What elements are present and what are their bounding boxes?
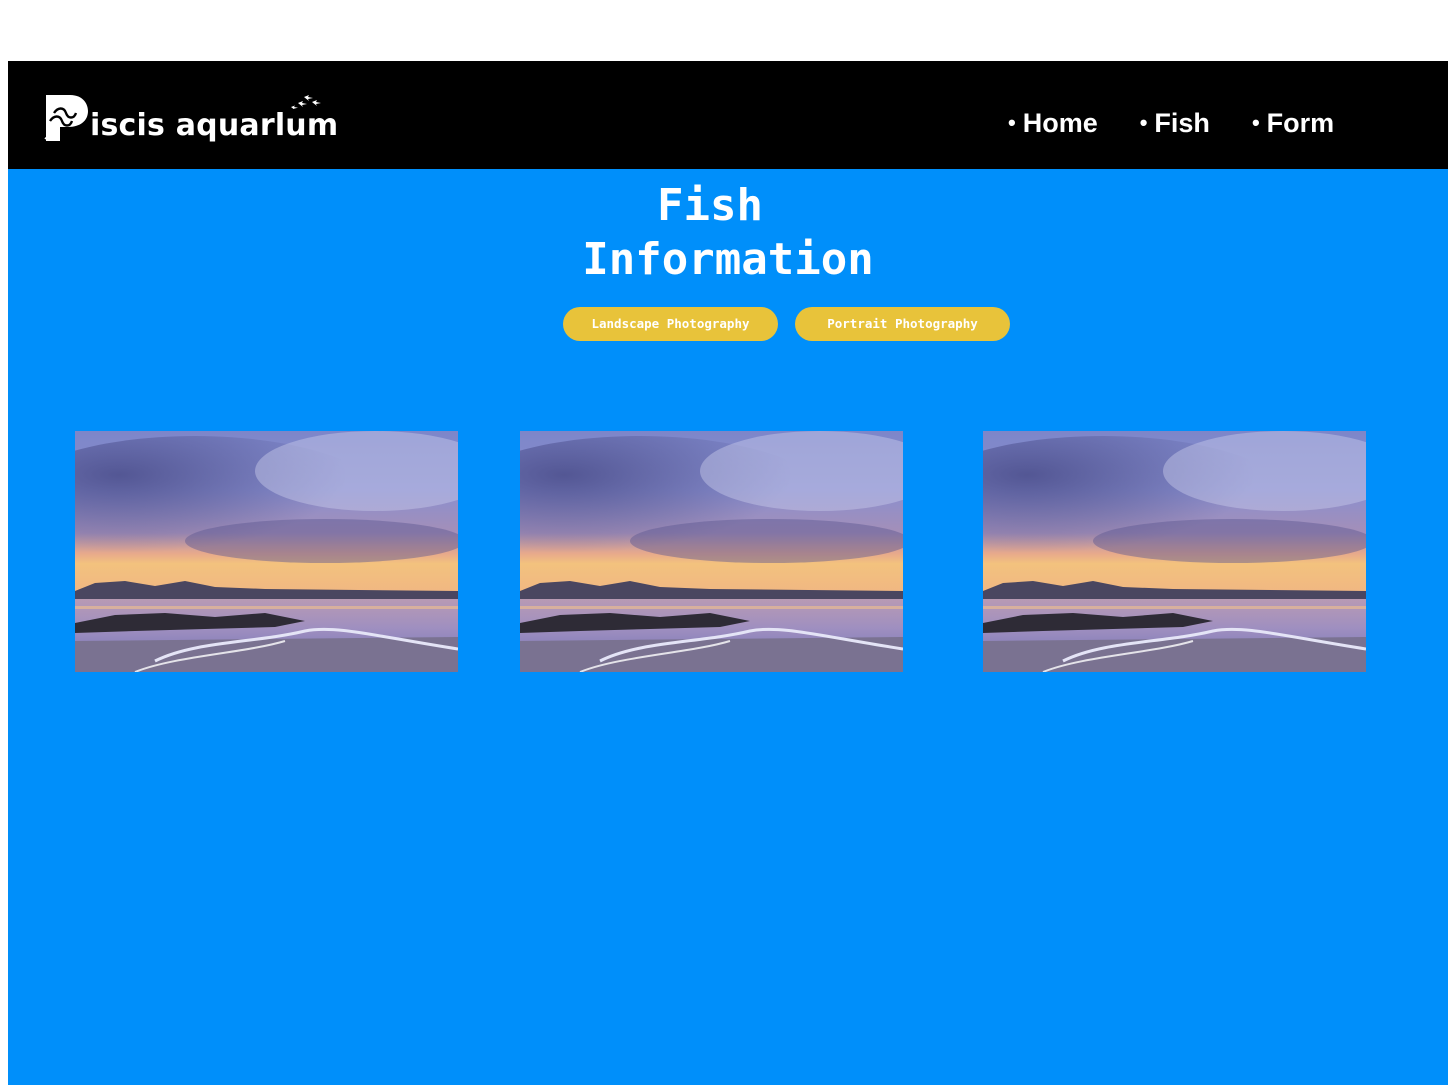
nav-bullet: •: [1139, 110, 1148, 135]
brand-name: iscis aquarlum: [90, 108, 339, 143]
main-nav: • Home • Fish • Form: [1008, 103, 1376, 143]
gallery-photo[interactable]: [520, 431, 903, 672]
nav-item-label: Form: [1266, 108, 1335, 138]
nav-item-home[interactable]: • Home: [1008, 103, 1098, 143]
page-title: Fish Information: [8, 179, 1448, 287]
page-title-line-2: Information: [582, 234, 874, 285]
logo-fish-school-icon: [291, 95, 321, 109]
sunset-seascape-image: [520, 431, 903, 672]
navbar: iscis aquarlum • Home • Fish • Form: [8, 61, 1448, 169]
gallery-photo[interactable]: [983, 431, 1366, 672]
landscape-photography-button[interactable]: Landscape Photography: [563, 307, 778, 341]
sunset-seascape-image: [983, 431, 1366, 672]
sunset-seascape-image: [75, 431, 458, 672]
nav-bullet: •: [1008, 110, 1016, 135]
portrait-photography-button[interactable]: Portrait Photography: [795, 307, 1010, 341]
nav-item-label: Home: [1022, 108, 1098, 138]
page-background: iscis aquarlum • Home • Fish • Form Fish…: [8, 61, 1448, 1085]
page-title-line-1: Fish: [657, 180, 763, 231]
nav-item-fish[interactable]: • Fish: [1140, 103, 1210, 143]
gallery-photo[interactable]: [75, 431, 458, 672]
logo-wave-p-icon: [44, 95, 88, 141]
nav-item-form[interactable]: • Form: [1252, 103, 1334, 143]
brand-logo[interactable]: iscis aquarlum: [44, 91, 338, 151]
nav-item-label: Fish: [1154, 108, 1210, 138]
nav-bullet: •: [1251, 110, 1260, 135]
